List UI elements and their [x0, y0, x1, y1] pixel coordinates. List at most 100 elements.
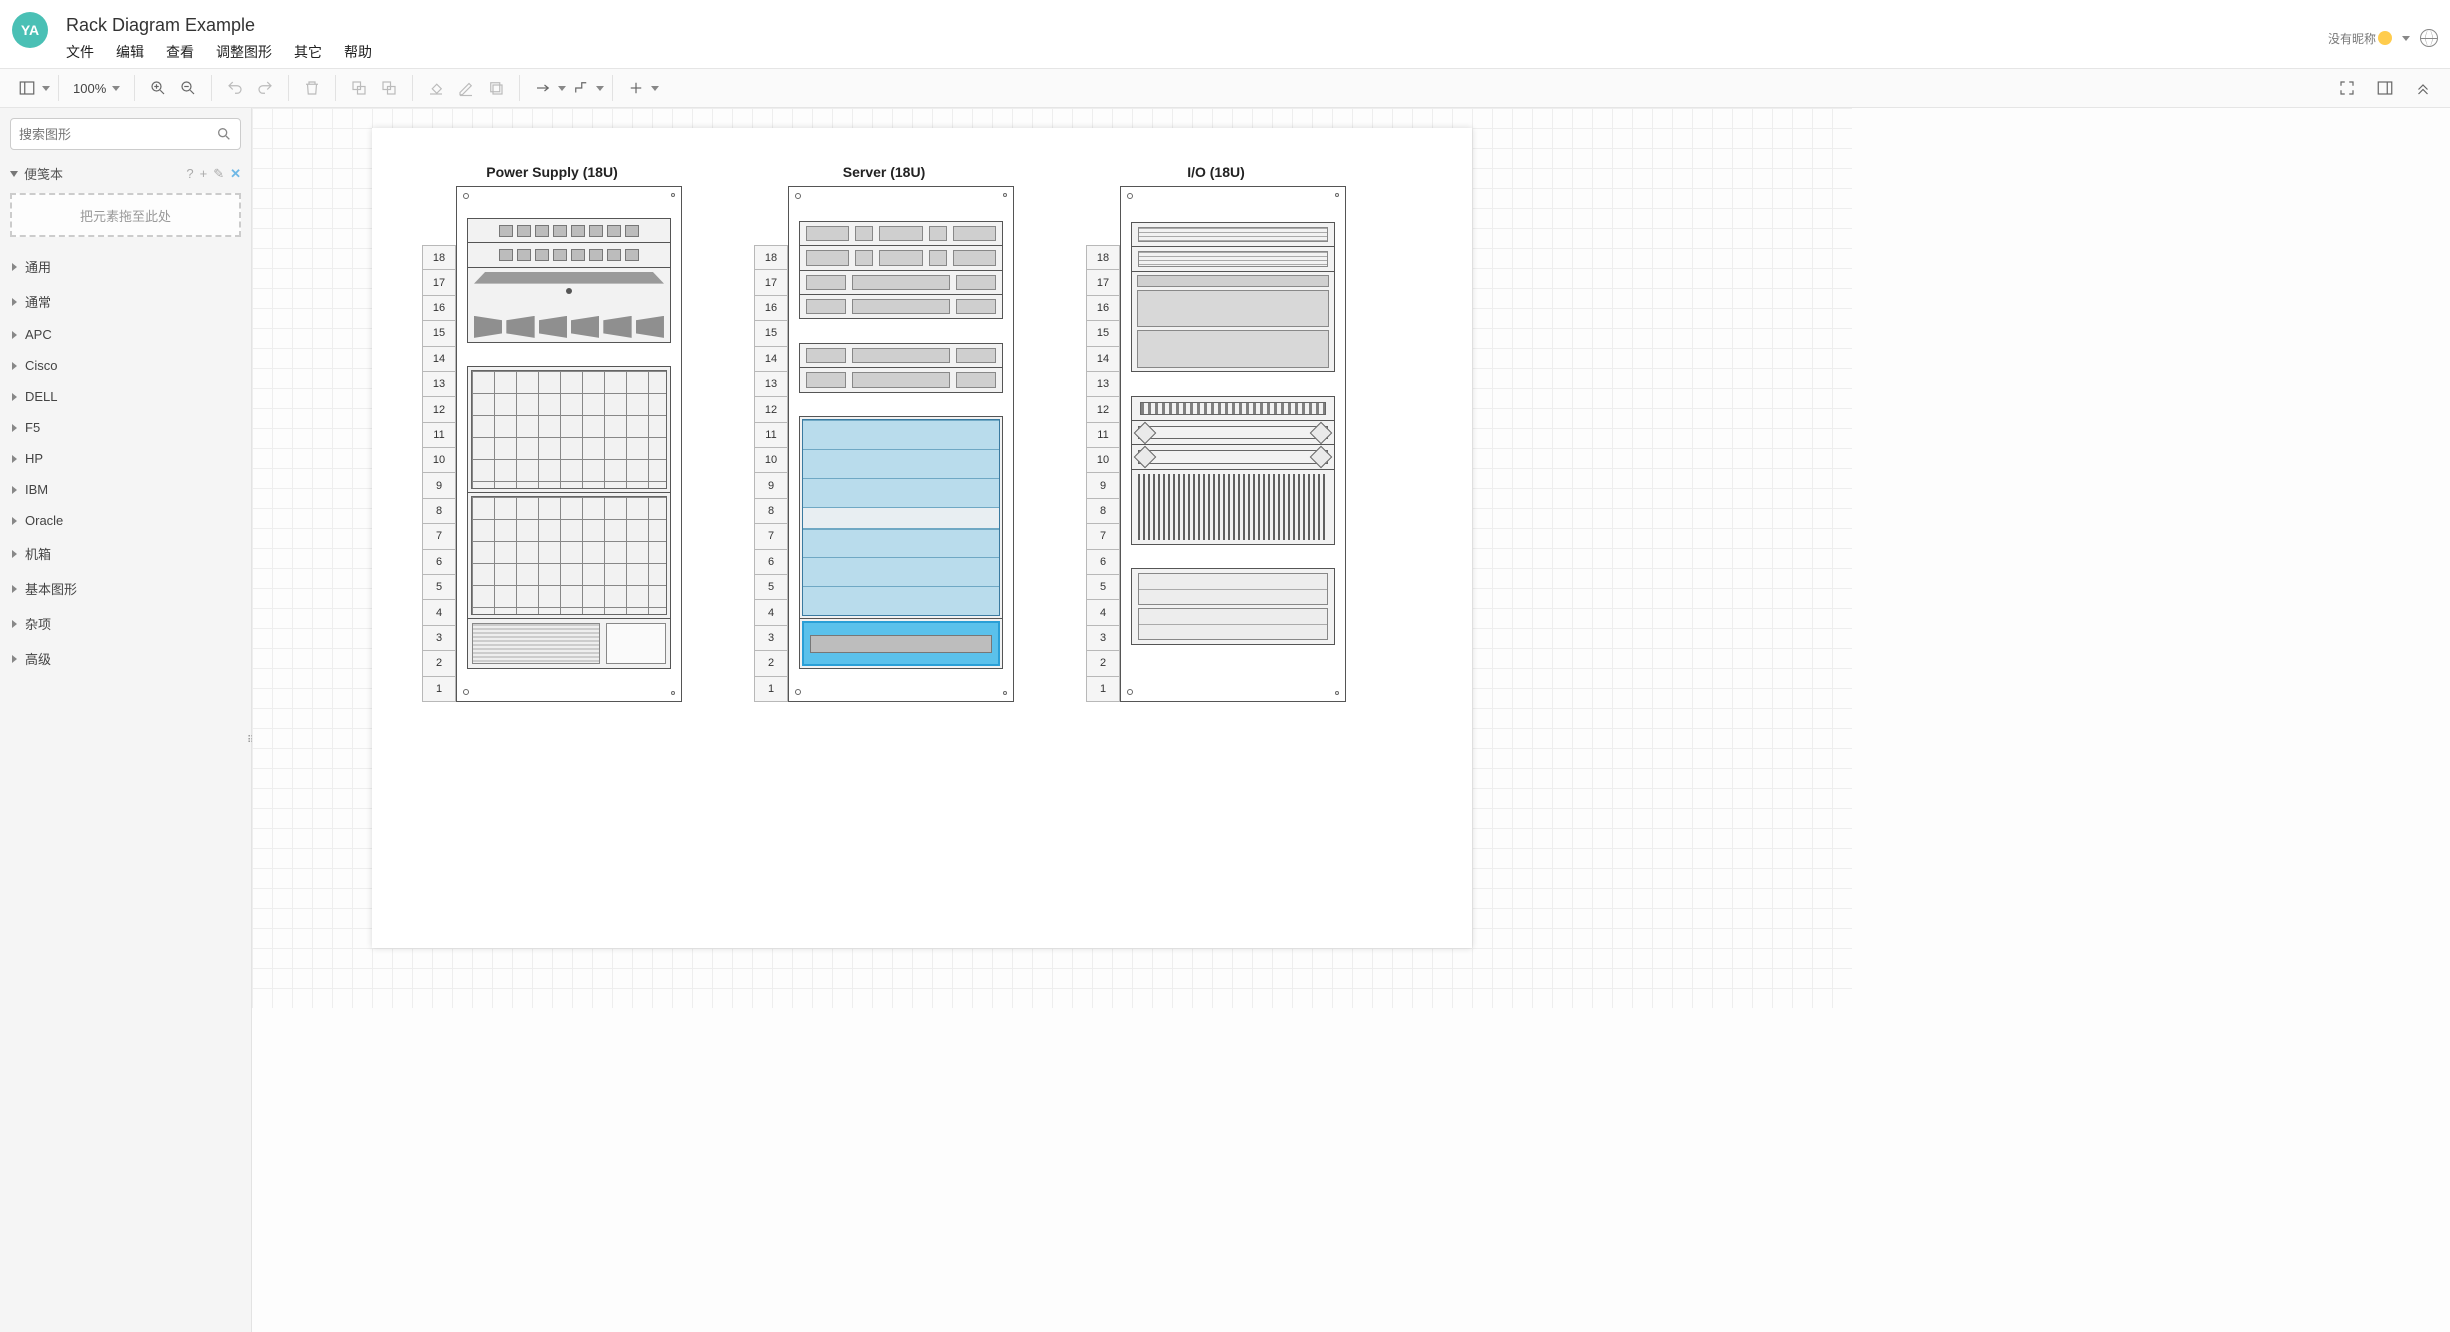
rack-item-srv3[interactable] [799, 221, 1003, 246]
rack-2[interactable]: I/O (18U)123456789101112131415161718 [1086, 164, 1346, 702]
rack-item-rails[interactable] [1131, 420, 1335, 445]
rack-item-srv[interactable] [799, 294, 1003, 319]
category-3[interactable]: Cisco [0, 350, 251, 381]
category-7[interactable]: IBM [0, 474, 251, 505]
search-input[interactable] [19, 127, 216, 142]
rack-item-vvv[interactable] [1131, 396, 1335, 421]
rack-item-rails[interactable] [1131, 444, 1335, 469]
collapse-button[interactable] [2408, 73, 2438, 103]
scratchpad-header[interactable]: 便笺本 ? + ✎ ✕ [0, 160, 251, 189]
add-caret[interactable] [651, 86, 659, 91]
waypoint-caret[interactable] [596, 86, 604, 91]
category-10[interactable]: 基本图形 [0, 571, 251, 606]
rack-unit-label: 5 [754, 575, 788, 600]
category-0[interactable]: 通用 [0, 249, 251, 284]
rack-item-blank [1131, 544, 1335, 569]
rack-item-pdu[interactable] [467, 218, 671, 243]
category-2[interactable]: APC [0, 319, 251, 350]
rack-item-vfins[interactable] [1131, 469, 1335, 545]
rack-unit-label: 8 [422, 499, 456, 524]
scratchpad-dropzone[interactable]: 把元素拖至此处 [10, 193, 241, 237]
menu-file[interactable]: 文件 [66, 42, 94, 62]
document-title[interactable]: Rack Diagram Example [66, 14, 372, 42]
category-9[interactable]: 机箱 [0, 536, 251, 571]
to-front-button[interactable] [344, 73, 374, 103]
menu-help[interactable]: 帮助 [344, 42, 372, 62]
rack-unit-label: 15 [1086, 321, 1120, 346]
format-panel-button[interactable] [2370, 73, 2400, 103]
fill-color-button[interactable] [421, 73, 451, 103]
rack-item-pdu[interactable] [467, 242, 671, 267]
scratchpad-help[interactable]: ? [186, 166, 193, 182]
rack-item-ups[interactable] [467, 267, 671, 343]
chevron-right-icon [12, 331, 17, 339]
chevron-right-icon [12, 393, 17, 401]
menu-extras[interactable]: 其它 [294, 42, 322, 62]
sidebar-toggle-button[interactable] [12, 73, 42, 103]
rack-unit-label: 9 [422, 473, 456, 498]
zoom-dropdown[interactable]: 100% [67, 81, 126, 96]
rack-unit-label: 7 [754, 524, 788, 549]
delete-button[interactable] [297, 73, 327, 103]
category-4[interactable]: DELL [0, 381, 251, 412]
avatar[interactable]: YA [12, 12, 48, 48]
scratchpad-add[interactable]: + [200, 166, 208, 182]
connection-caret[interactable] [558, 86, 566, 91]
scratchpad-edit[interactable]: ✎ [213, 166, 224, 182]
rack-item-blade[interactable] [799, 416, 1003, 619]
to-back-button[interactable] [374, 73, 404, 103]
category-12[interactable]: 高级 [0, 641, 251, 676]
shadow-button[interactable] [481, 73, 511, 103]
sidebar-toggle-caret[interactable] [42, 86, 50, 91]
rack-unit-label: 14 [1086, 347, 1120, 372]
user-menu-caret[interactable] [2402, 36, 2410, 41]
search-shapes[interactable] [10, 118, 241, 150]
user-label[interactable]: 没有昵称 [2328, 30, 2392, 47]
zoom-out-button[interactable] [173, 73, 203, 103]
rack-unit-label: 14 [754, 347, 788, 372]
rack-item-srv3[interactable] [799, 245, 1003, 270]
diagram-page[interactable]: Power Supply (18U)1234567891011121314151… [372, 128, 1472, 948]
fullscreen-button[interactable] [2332, 73, 2362, 103]
rack-item-switch[interactable] [1131, 271, 1335, 373]
undo-button[interactable] [220, 73, 250, 103]
menu-view[interactable]: 查看 [166, 42, 194, 62]
line-color-button[interactable] [451, 73, 481, 103]
rack-item-grid[interactable] [467, 492, 671, 619]
menu-arrange[interactable]: 调整图形 [216, 42, 272, 62]
rack-unit-label: 1 [754, 677, 788, 702]
menu-edit[interactable]: 编辑 [116, 42, 144, 62]
rack-unit-label: 18 [422, 245, 456, 270]
redo-button[interactable] [250, 73, 280, 103]
canvas-scroll[interactable]: Power Supply (18U)1234567891011121314151… [252, 108, 2450, 1332]
connection-button[interactable] [528, 73, 558, 103]
canvas[interactable]: Power Supply (18U)1234567891011121314151… [252, 108, 1852, 1008]
rack-item-bay[interactable] [1131, 568, 1335, 644]
rack-item-patch[interactable] [1131, 246, 1335, 271]
category-1[interactable]: 通常 [0, 284, 251, 319]
add-button[interactable] [621, 73, 651, 103]
category-6[interactable]: HP [0, 443, 251, 474]
rack-item-srv[interactable] [799, 367, 1003, 392]
rack-item-srv[interactable] [799, 270, 1003, 295]
category-8[interactable]: Oracle [0, 505, 251, 536]
rack-unit-label: 10 [422, 448, 456, 473]
rack-item-grid[interactable] [467, 366, 671, 493]
rack-item-blade-sel[interactable] [799, 618, 1003, 669]
sidebar: 便笺本 ? + ✎ ✕ 把元素拖至此处 通用通常APCCiscoDELLF5HP… [0, 108, 252, 1332]
rack-unit-label: 4 [422, 600, 456, 625]
globe-icon[interactable] [2420, 29, 2438, 47]
rack-1[interactable]: Server (18U)123456789101112131415161718 [754, 164, 1014, 702]
scratchpad-close[interactable]: ✕ [230, 166, 241, 182]
rack-item-srv[interactable] [799, 343, 1003, 368]
rack-unit-label: 8 [1086, 499, 1120, 524]
rack-0[interactable]: Power Supply (18U)1234567891011121314151… [422, 164, 682, 702]
category-5[interactable]: F5 [0, 412, 251, 443]
category-11[interactable]: 杂项 [0, 606, 251, 641]
toolbar: 100% [0, 68, 2450, 108]
rack-item-patch[interactable] [1131, 222, 1335, 247]
zoom-in-button[interactable] [143, 73, 173, 103]
rack-item-console[interactable] [467, 618, 671, 669]
waypoint-button[interactable] [566, 73, 596, 103]
rack-unit-label: 6 [422, 550, 456, 575]
